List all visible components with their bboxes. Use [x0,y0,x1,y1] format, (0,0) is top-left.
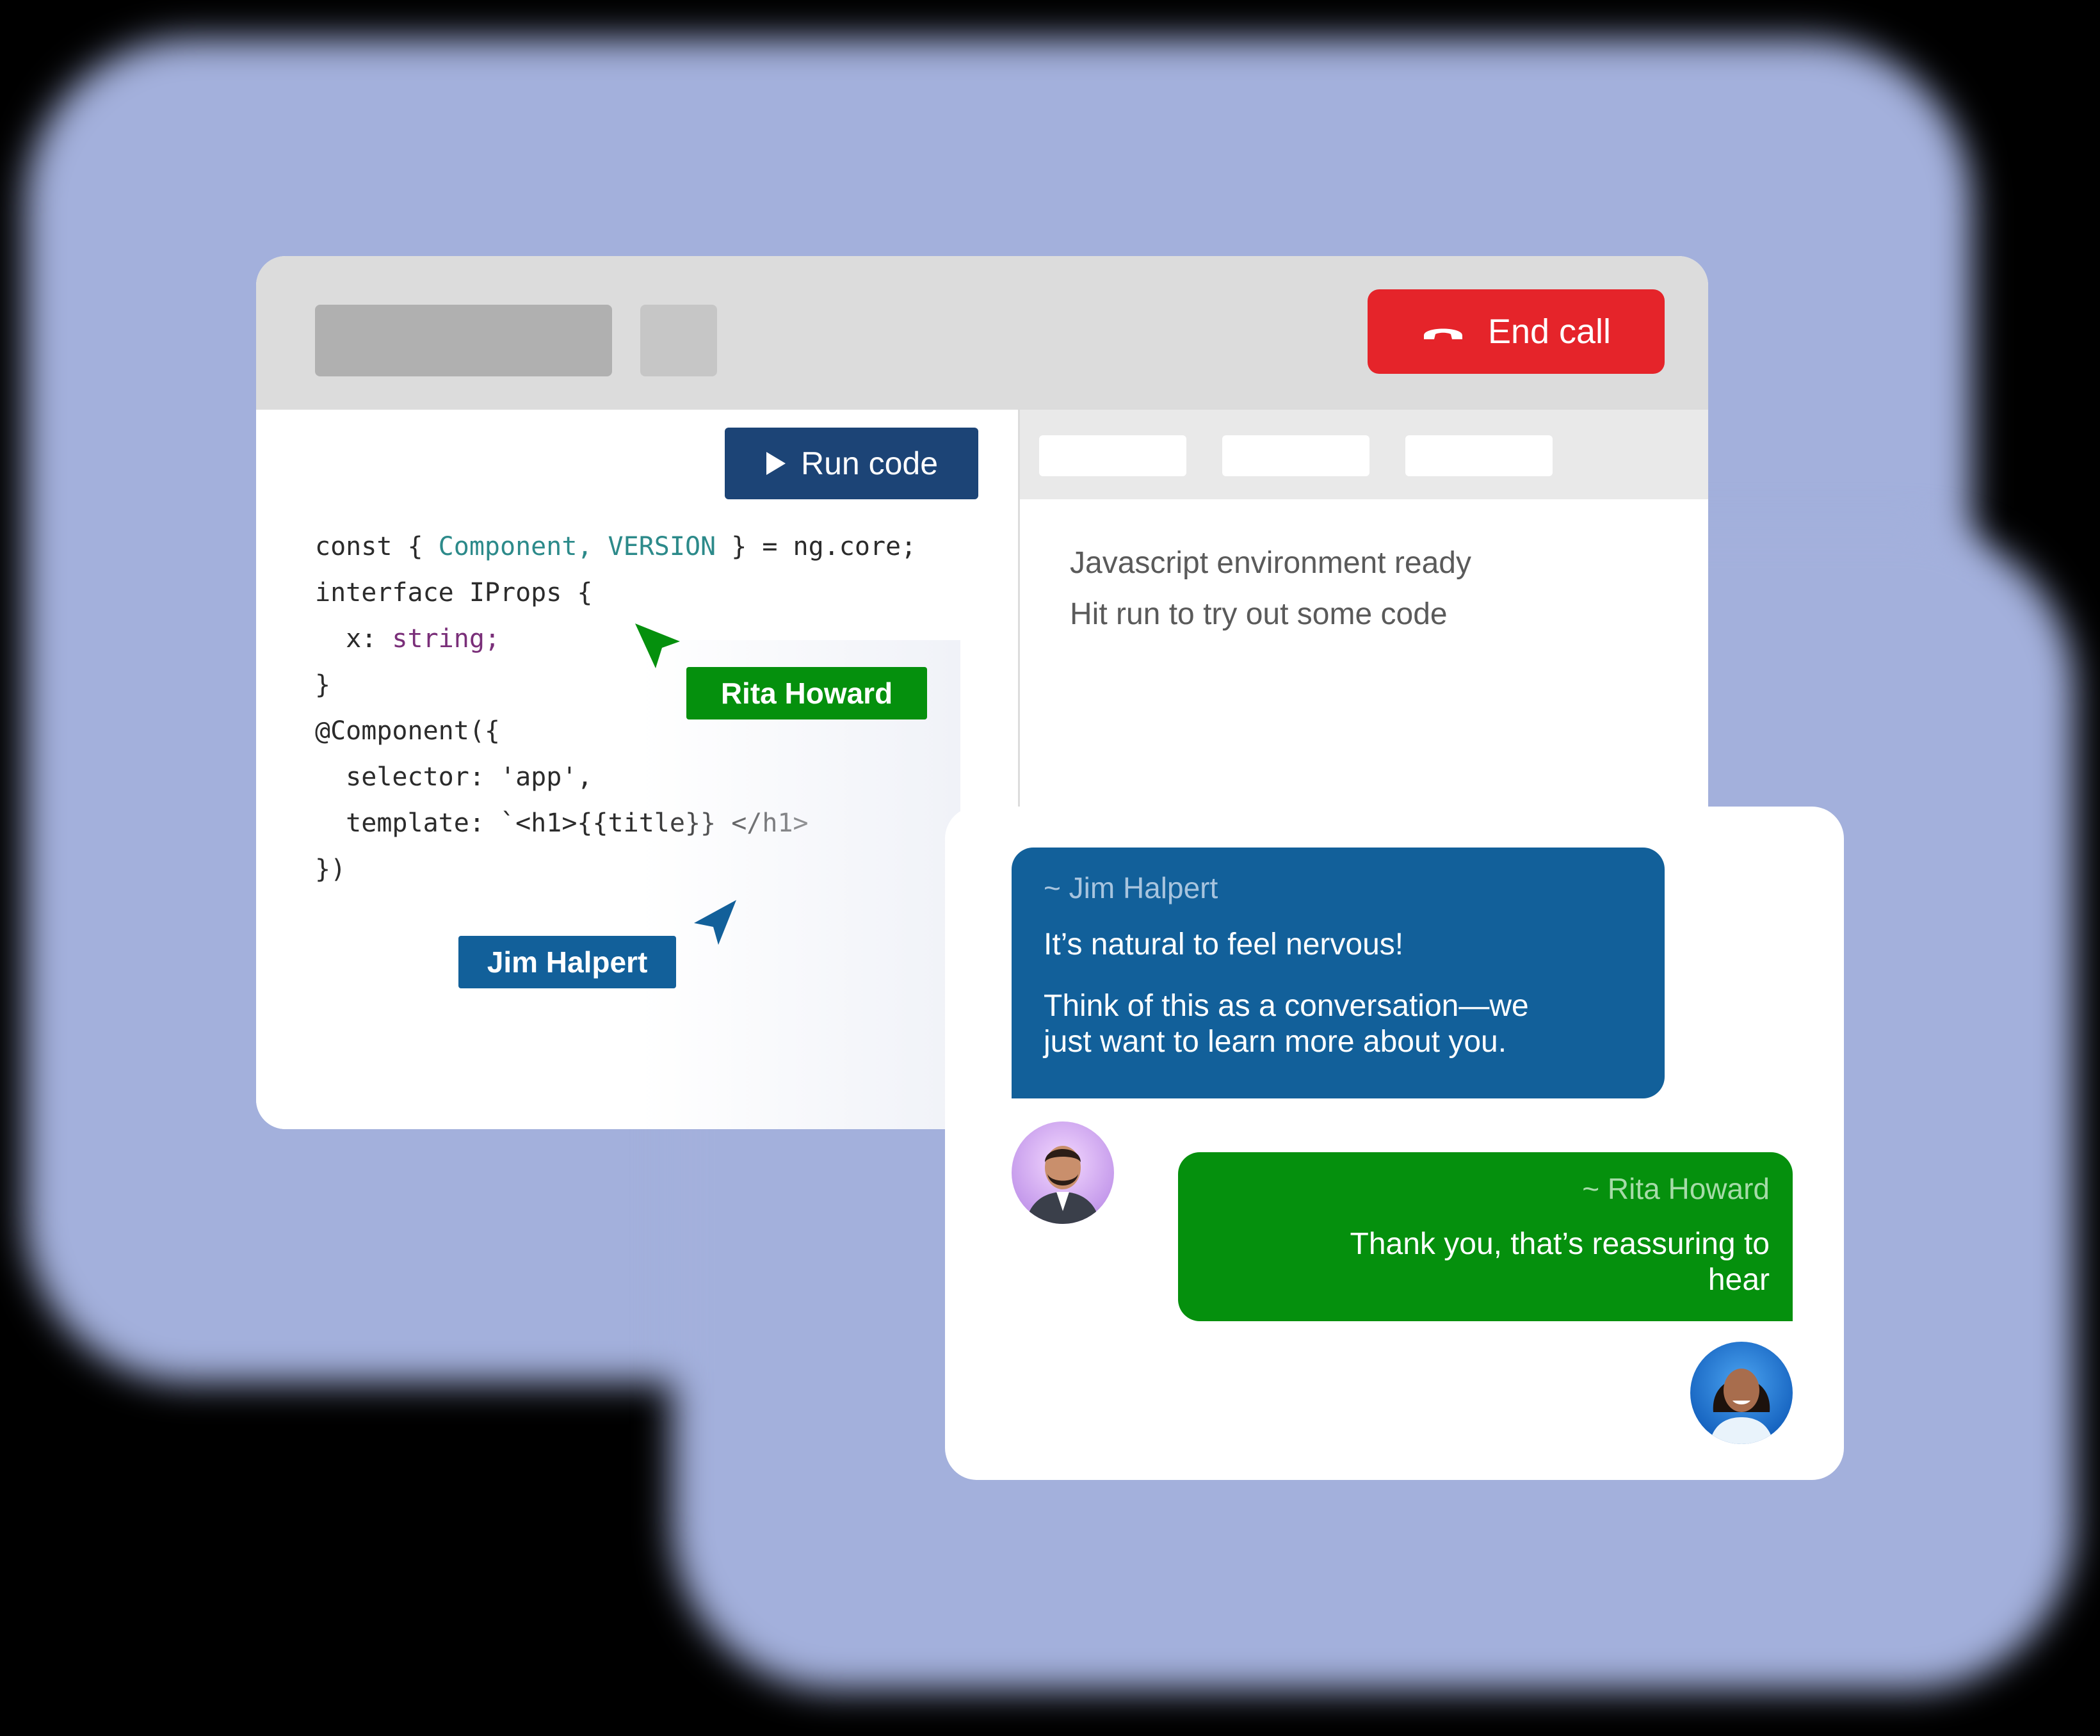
message-text: Think of this as a conversation—we [1044,989,1529,1023]
jim-cursor-arrow-icon [694,900,736,945]
title-placeholder-small [640,305,717,376]
end-call-label: End call [1487,312,1611,351]
code-token: x: [315,624,392,654]
code-line: const { Component, VERSION } = ng.core; [315,524,916,570]
chat-panel: ~ Jim Halpert It’s natural to feel nervo… [945,807,1844,1480]
output-tab[interactable] [1039,435,1186,476]
code-token: const { [315,532,439,561]
code-line: interface IProps { [315,570,916,616]
code-token: } [315,670,331,700]
code-token: selector: 'app', [315,762,593,792]
code-token: string; [392,624,500,654]
code-token: interface IProps { [315,578,593,607]
message-text: hear [1708,1263,1770,1297]
end-call-button[interactable]: End call [1368,289,1665,374]
jim-cursor-label: Jim Halpert [458,936,676,988]
window-titlebar: End call [256,256,1708,410]
console-line-hint: Hit run to try out some code [1070,597,1448,631]
console-line-ready: Javascript environment ready [1070,546,1471,580]
run-code-button[interactable]: Run code [725,428,978,499]
chat-message-rita: ~ Rita Howard Thank you, that’s reassuri… [1178,1152,1793,1321]
message-author: ~ Rita Howard [1582,1172,1770,1205]
output-tab-bar [1020,410,1708,499]
run-code-label: Run code [800,446,939,481]
code-token: } = ng.core; [716,532,917,561]
play-icon [766,452,786,475]
rita-portrait-icon [1690,1342,1793,1444]
avatar-rita [1690,1342,1793,1444]
code-token: }) [315,855,346,884]
code-token: Component, VERSION [438,532,716,561]
output-tab[interactable] [1222,435,1369,476]
title-placeholder [315,305,612,376]
rita-cursor-label: Rita Howard [686,667,927,719]
avatar-jim [1012,1121,1114,1224]
message-text: just want to learn more about you. [1044,1025,1507,1059]
hang-up-phone-icon [1423,328,1462,339]
code-token: @Component({ [315,716,500,746]
message-author: ~ Jim Halpert [1044,871,1218,904]
rita-cursor-arrow-icon [635,623,680,668]
console-text: Javascript environment ready Hit run to … [1070,538,1471,640]
message-text: Thank you, that’s reassuring to [1350,1227,1770,1261]
jim-portrait-icon [1012,1121,1114,1224]
message-text: It’s natural to feel nervous! [1044,928,1404,961]
output-tab[interactable] [1405,435,1553,476]
chat-message-jim: ~ Jim Halpert It’s natural to feel nervo… [1012,848,1665,1098]
